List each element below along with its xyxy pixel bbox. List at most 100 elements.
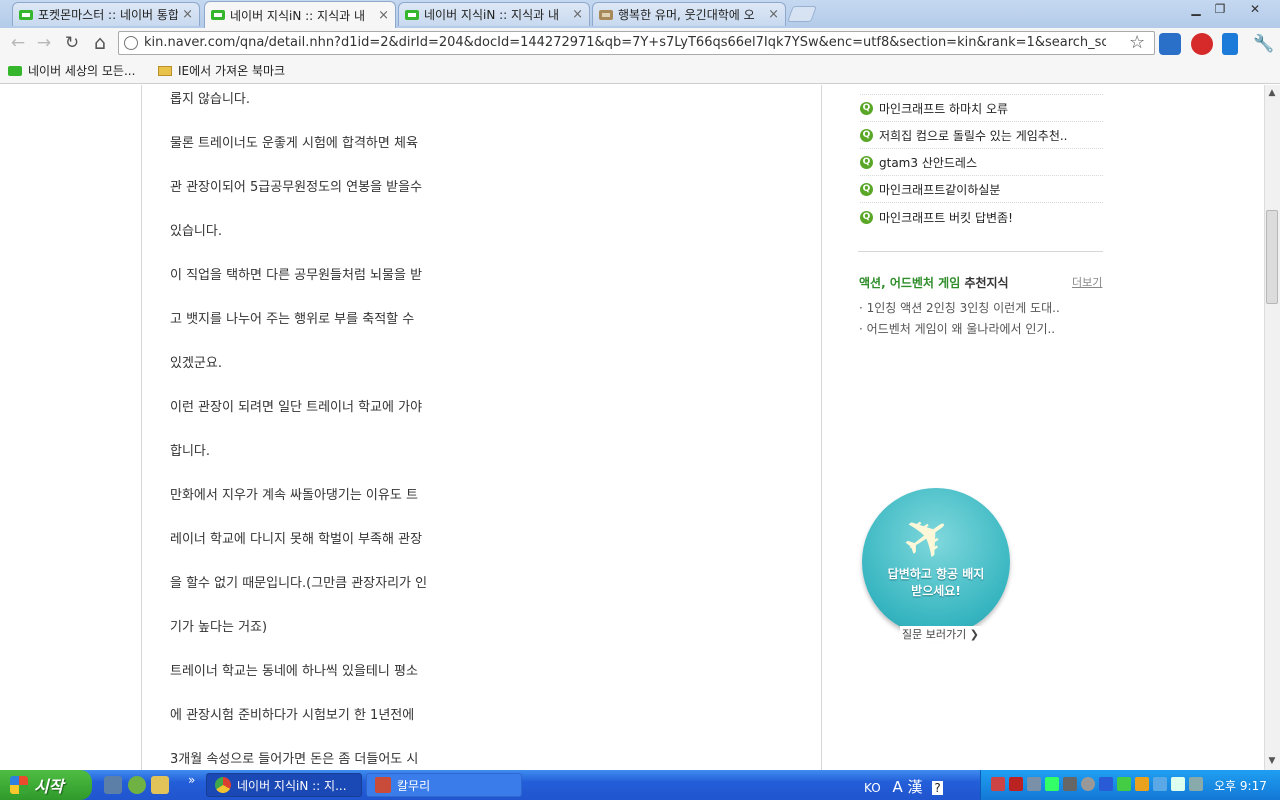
bookmark-folder-ie[interactable]: IE에서 가져온 북마크	[158, 62, 285, 79]
tray-display-icon[interactable]	[1189, 777, 1203, 791]
answer-line: 있겠군요.	[170, 356, 222, 371]
folder-icon	[158, 65, 172, 76]
naver-favicon-icon	[211, 10, 225, 20]
taskbar-item-app[interactable]: 칼무리	[366, 773, 522, 797]
tray-v3-icon[interactable]	[1117, 777, 1131, 791]
recommend-item[interactable]: · 어드벤처 게임이 왜 울나라에서 인기..	[859, 320, 1055, 337]
q-badge-icon: Q	[860, 102, 873, 115]
page-info-icon[interactable]	[124, 36, 138, 50]
tab-close-icon[interactable]: ×	[572, 7, 583, 22]
answer-line: 있습니다.	[170, 224, 222, 239]
quicklaunch-tool-icon[interactable]	[151, 776, 169, 794]
power-extension-icon[interactable]	[1191, 33, 1213, 55]
recommend-item[interactable]: · 1인칭 액션 2인칭 3인칭 이런게 도대..	[859, 299, 1060, 316]
bookmark-naver[interactable]: 네이버 세상의 모든...	[8, 62, 135, 79]
system-clock[interactable]: 오후 9:17	[1214, 777, 1267, 794]
tray-security-icon[interactable]	[1081, 777, 1095, 791]
tab-close-icon[interactable]: ×	[182, 7, 193, 22]
answer-line: 롭지 않습니다.	[170, 92, 251, 107]
answer-line: 레이너 학교에 다니지 못해 학벌이 부족해 관장	[170, 532, 423, 547]
related-question[interactable]: Q 마인크래프트 하마치 오류	[860, 96, 1103, 122]
content-left-border	[141, 85, 142, 770]
scrollbar-thumb[interactable]	[1266, 210, 1278, 304]
tray-update-icon[interactable]	[1135, 777, 1149, 791]
close-window-button[interactable]: ✕	[1242, 2, 1268, 18]
scroll-up-arrow-icon[interactable]: ▲	[1264, 85, 1280, 101]
quicklaunch-messenger-icon[interactable]	[128, 776, 146, 794]
related-question-label: 마인크래프트같이하실분	[879, 183, 1001, 197]
tab-close-icon[interactable]: ×	[378, 8, 389, 23]
tab-close-icon[interactable]: ×	[768, 7, 779, 22]
more-link[interactable]: 더보기	[1072, 274, 1102, 290]
recommend-category[interactable]: 액션, 어드벤처 게임	[859, 276, 960, 290]
related-question[interactable]: Q 저희집 컴으로 돌릴수 있는 게임추천..	[860, 123, 1103, 149]
tab-label: 행복한 유머, 웃긴대학에 오	[618, 8, 755, 22]
maximize-button[interactable]: ❐	[1208, 2, 1232, 18]
language-code: KO	[864, 781, 881, 795]
bookmark-label: IE에서 가져온 북마크	[178, 64, 286, 78]
answer-line: 이런 관장이 되려면 일단 트레이너 학교에 가야	[170, 400, 423, 415]
promo-line-1: 답변하고 항공 배지	[887, 567, 985, 581]
q-badge-icon: Q	[860, 156, 873, 169]
sidebar-divider	[858, 251, 1103, 252]
tray-network-icon[interactable]	[1027, 777, 1041, 791]
chrome-icon	[215, 777, 231, 793]
related-question-label: 저희집 컴으로 돌릴수 있는 게임추천..	[879, 129, 1068, 143]
answer-line: 합니다.	[170, 444, 211, 459]
related-question-label: gtam3 산안드레스	[879, 156, 978, 170]
wrench-icon[interactable]: 🔧	[1253, 33, 1275, 55]
minimize-button[interactable]: ▁	[1184, 2, 1208, 18]
naver-favicon-icon	[405, 9, 419, 20]
answer-line: 관 관장이되어 5급공무원정도의 연봉을 받을수	[170, 180, 423, 195]
tab-pokemon-master[interactable]: 포켓몬마스터 :: 네이버 통합 ×	[12, 2, 200, 26]
tab-naver-kin-active[interactable]: 네이버 지식iN :: 지식과 내 ×	[204, 1, 396, 28]
promo-text: 답변하고 항공 배지 받으세요!	[872, 566, 1000, 600]
related-question[interactable]: Q gtam3 산안드레스	[860, 150, 1103, 176]
related-question[interactable]: Q 마인크래프트같이하실분	[860, 177, 1103, 203]
related-list-top	[860, 85, 1103, 95]
ipa-extension-icon[interactable]	[1159, 33, 1181, 55]
q-badge-icon: Q	[860, 129, 873, 142]
back-button[interactable]: ←	[8, 33, 28, 53]
vertical-scrollbar[interactable]	[1264, 85, 1280, 770]
forward-button[interactable]: →	[34, 33, 54, 53]
related-question[interactable]: Q 마인크래프트 버킷 답변좀!	[860, 204, 1103, 230]
tray-app-icon[interactable]	[991, 777, 1005, 791]
start-label: 시작	[34, 777, 64, 796]
scroll-down-arrow-icon[interactable]: ▼	[1264, 753, 1280, 769]
ime-help-icon[interactable]: ?	[932, 781, 943, 795]
url-text[interactable]: kin.naver.com/qna/detail.nhn?d1id=2&dirI…	[144, 35, 1106, 50]
q-badge-icon: Q	[860, 210, 873, 224]
quicklaunch-more-icon[interactable]: »	[188, 773, 195, 787]
reload-button[interactable]: ↻	[62, 33, 82, 53]
recommend-section-title: 액션, 어드벤처 게임 추천지식	[859, 274, 1009, 291]
taskbar-item-label: 네이버 지식iN :: 지...	[237, 778, 347, 793]
taskbar-item-chrome[interactable]: 네이버 지식iN :: 지...	[206, 773, 362, 797]
naver-favicon-icon	[8, 65, 22, 76]
answer-line: 기가 높다는 거죠)	[170, 620, 268, 635]
tab-label: 네이버 지식iN :: 지식과 내	[230, 8, 366, 23]
tray-pdf-icon[interactable]	[1009, 777, 1023, 791]
answer-line: 에 관장시험 준비하다가 시험보기 한 1년전에	[170, 708, 415, 723]
answer-line: 만화에서 지우가 계속 싸돌아댕기는 이유도 트	[170, 488, 418, 503]
home-button[interactable]: ⌂	[90, 33, 110, 53]
tray-monitor-icon[interactable]	[1153, 777, 1167, 791]
start-button[interactable]: 시작	[0, 770, 92, 800]
tray-volume-icon[interactable]	[1045, 777, 1059, 791]
tray-device-icon[interactable]	[1063, 777, 1077, 791]
content-divider	[821, 85, 822, 770]
tab-humor-univ[interactable]: 행복한 유머, 웃긴대학에 오 ×	[592, 2, 786, 26]
app-window-icon	[375, 777, 391, 793]
bluetooth-icon[interactable]	[1099, 777, 1113, 791]
language-indicator[interactable]: KO A 漢 ?	[864, 776, 943, 797]
bing-extension-icon[interactable]	[1222, 33, 1238, 55]
wifi-icon[interactable]	[1171, 777, 1185, 791]
naver-favicon-icon	[19, 9, 33, 20]
quicklaunch-app-icon[interactable]	[104, 776, 122, 794]
answer-line: 고 뱃지를 나누어 주는 행위로 부를 축적할 수	[170, 312, 415, 327]
view-questions-link[interactable]: 질문 보러가기 ❯	[900, 626, 981, 642]
ime-mode[interactable]: A 漢	[893, 778, 923, 796]
bookmark-star-icon[interactable]: ☆	[1129, 32, 1145, 53]
q-badge-icon: Q	[860, 183, 873, 196]
tab-naver-kin[interactable]: 네이버 지식iN :: 지식과 내 ×	[398, 2, 590, 26]
